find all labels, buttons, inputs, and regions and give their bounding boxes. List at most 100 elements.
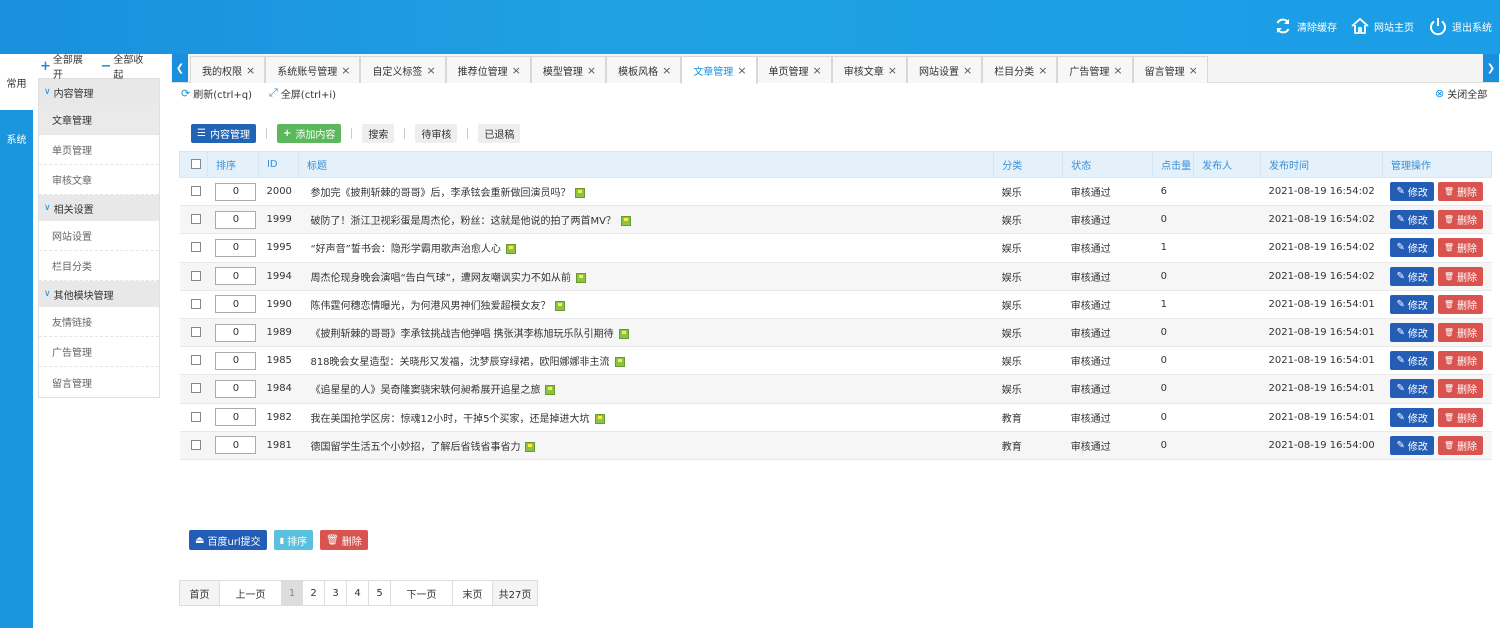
sidebar-item-messages[interactable]: 留言管理	[39, 367, 159, 397]
edit-button[interactable]: ✎ 修改	[1390, 351, 1434, 371]
sort-input[interactable]: 0	[215, 238, 257, 257]
menu-group-other[interactable]: ∨ 其他模块管理	[39, 281, 159, 307]
pending-button[interactable]: 待审核	[415, 123, 458, 143]
article-title-link[interactable]: 《披荆斩棘的哥哥》李承铉挑战吉他弹唱 携张淇李栋旭玩乐队引期待	[310, 329, 613, 340]
tab-item[interactable]: 系统账号管理 ×	[265, 56, 361, 83]
delete-button[interactable]: 🗑 删除	[1437, 266, 1484, 286]
rail-item-common[interactable]: 常用	[0, 54, 33, 110]
sort-input[interactable]: 0	[215, 408, 257, 427]
delete-button[interactable]: 🗑 删除	[1437, 435, 1484, 455]
row-checkbox[interactable]	[190, 214, 201, 225]
tab-scroll-right-button[interactable]: ❯	[1483, 54, 1499, 82]
close-icon[interactable]: ×	[662, 64, 671, 77]
delete-button[interactable]: 🗑 删除	[1437, 238, 1484, 258]
close-icon[interactable]: ×	[737, 64, 746, 77]
row-checkbox[interactable]	[190, 186, 201, 197]
close-icon[interactable]: ×	[426, 64, 435, 77]
edit-button[interactable]: ✎ 修改	[1390, 379, 1434, 399]
edit-button[interactable]: ✎ 修改	[1390, 294, 1434, 314]
add-content-button[interactable]: + 添加内容	[276, 123, 342, 143]
sort-input[interactable]: 0	[215, 323, 257, 342]
search-button[interactable]: 搜索	[362, 123, 395, 143]
close-icon[interactable]: ×	[1189, 64, 1198, 77]
close-icon[interactable]: ×	[888, 64, 897, 77]
menu-group-settings[interactable]: ∨ 相关设置	[39, 195, 159, 221]
close-icon[interactable]: ×	[1113, 64, 1122, 77]
tab-item[interactable]: 自定义标签 ×	[360, 56, 446, 83]
menu-group-content[interactable]: ∨ 内容管理	[39, 79, 159, 105]
sort-button[interactable]: ▮ 排序	[273, 530, 314, 550]
tab-item[interactable]: 我的权限 ×	[190, 56, 266, 83]
tab-item[interactable]: 栏目分类 ×	[982, 56, 1058, 83]
page-4-button[interactable]: 4	[347, 581, 369, 605]
tab-item[interactable]: 留言管理 ×	[1132, 56, 1208, 83]
article-title-link[interactable]: 参加完《披荆斩棘的哥哥》后，李承铉会重新做回演员吗？	[310, 188, 570, 199]
content-manage-button[interactable]: ☰ 内容管理	[191, 123, 256, 143]
page-2-button[interactable]: 2	[303, 581, 325, 605]
tab-item[interactable]: 文章管理 ×	[681, 56, 757, 84]
prev-page-button[interactable]: 上一页	[220, 581, 282, 605]
delete-button[interactable]: 🗑 删除	[1437, 379, 1484, 399]
tab-item[interactable]: 网站设置 ×	[906, 56, 983, 83]
close-icon[interactable]: ×	[341, 64, 350, 77]
baidu-submit-button[interactable]: ⏏ 百度url提交	[189, 530, 267, 550]
last-page-button[interactable]: 末页	[453, 581, 493, 605]
logout-button[interactable]: 退出系统	[1427, 14, 1492, 38]
tab-item[interactable]: 模板风格 ×	[606, 56, 682, 83]
next-page-button[interactable]: 下一页	[391, 581, 453, 605]
edit-button[interactable]: ✎ 修改	[1390, 407, 1434, 427]
collapse-all-button[interactable]: − 全部收起	[101, 51, 152, 81]
delete-button[interactable]: 🗑 删除	[1437, 407, 1484, 427]
sort-input[interactable]: 0	[215, 210, 257, 229]
close-all-button[interactable]: ⊗ 关闭全部	[1435, 86, 1487, 101]
sidebar-item-ads[interactable]: 广告管理	[39, 337, 159, 367]
fullscreen-button[interactable]: ⤢ 全屏(ctrl+i)	[269, 86, 336, 101]
sidebar-item-review[interactable]: 审核文章	[39, 165, 159, 195]
select-all-checkbox[interactable]	[191, 159, 201, 169]
delete-button[interactable]: 🗑 删除	[1437, 210, 1484, 230]
row-checkbox[interactable]	[190, 383, 201, 394]
first-page-button[interactable]: 首页	[180, 581, 220, 605]
expand-all-button[interactable]: + 全部展开	[40, 51, 91, 81]
close-icon[interactable]: ×	[813, 64, 822, 77]
article-title-link[interactable]: 818晚会女星造型：关晓彤又发福，沈梦辰穿绿裙，欧阳娜娜非主流	[310, 357, 609, 368]
article-title-link[interactable]: 德国留学生活五个小妙招，了解后省钱省事省力	[310, 442, 520, 453]
close-icon[interactable]: ×	[963, 64, 972, 77]
sort-input[interactable]: 0	[215, 436, 257, 455]
edit-button[interactable]: ✎ 修改	[1390, 435, 1434, 455]
sort-input[interactable]: 0	[215, 295, 257, 314]
delete-button[interactable]: 🗑 删除	[1437, 323, 1484, 343]
sidebar-item-links[interactable]: 友情链接	[39, 307, 159, 337]
close-icon[interactable]: ×	[512, 64, 521, 77]
refresh-button[interactable]: ⟳ 刷新(ctrl+q)	[181, 86, 252, 101]
row-checkbox[interactable]	[190, 327, 201, 338]
tab-item[interactable]: 模型管理 ×	[530, 56, 607, 83]
delete-button[interactable]: 🗑 删除	[1437, 351, 1484, 371]
row-checkbox[interactable]	[190, 439, 201, 450]
page-3-button[interactable]: 3	[325, 581, 347, 605]
close-icon[interactable]: ×	[246, 64, 255, 77]
article-title-link[interactable]: 周杰伦现身晚会演唱“告白气球”，遭网友嘲讽实力不如从前	[310, 273, 570, 284]
row-checkbox[interactable]	[190, 355, 201, 366]
row-checkbox[interactable]	[190, 270, 201, 281]
row-checkbox[interactable]	[190, 242, 201, 253]
edit-button[interactable]: ✎ 修改	[1390, 323, 1434, 343]
article-title-link[interactable]: 陈伟霆何穗恋情曝光，为何港风男神们独爱超模女友？	[310, 301, 550, 312]
close-icon[interactable]: ×	[1038, 64, 1047, 77]
row-checkbox[interactable]	[190, 298, 201, 309]
delete-button[interactable]: 🗑 删除	[1437, 182, 1484, 202]
page-5-button[interactable]: 5	[369, 581, 391, 605]
tab-item[interactable]: 单页管理 ×	[756, 56, 832, 83]
clear-cache-button[interactable]: 清除缓存	[1272, 14, 1337, 38]
edit-button[interactable]: ✎ 修改	[1390, 238, 1434, 258]
tab-item[interactable]: 推荐位管理 ×	[445, 56, 531, 83]
article-title-link[interactable]: “好声音”誓书会：隐形学霸用歌声治愈人心	[310, 244, 500, 255]
tab-item[interactable]: 审核文章 ×	[831, 56, 907, 83]
delete-button[interactable]: 🗑 删除	[1437, 294, 1484, 314]
article-title-link[interactable]: 破防了！浙江卫视彩蛋是周杰伦，粉丝：这就是他说的拍了两首MV？	[310, 216, 615, 227]
sort-input[interactable]: 0	[215, 182, 257, 201]
sidebar-item-pages[interactable]: 单页管理	[39, 135, 159, 165]
sidebar-item-site-settings[interactable]: 网站设置	[39, 221, 159, 251]
bulk-delete-button[interactable]: 🗑 删除	[320, 530, 368, 550]
article-title-link[interactable]: 《追星星的人》吴奇隆窦骁宋轶何昶希展开追星之旅	[310, 385, 540, 396]
